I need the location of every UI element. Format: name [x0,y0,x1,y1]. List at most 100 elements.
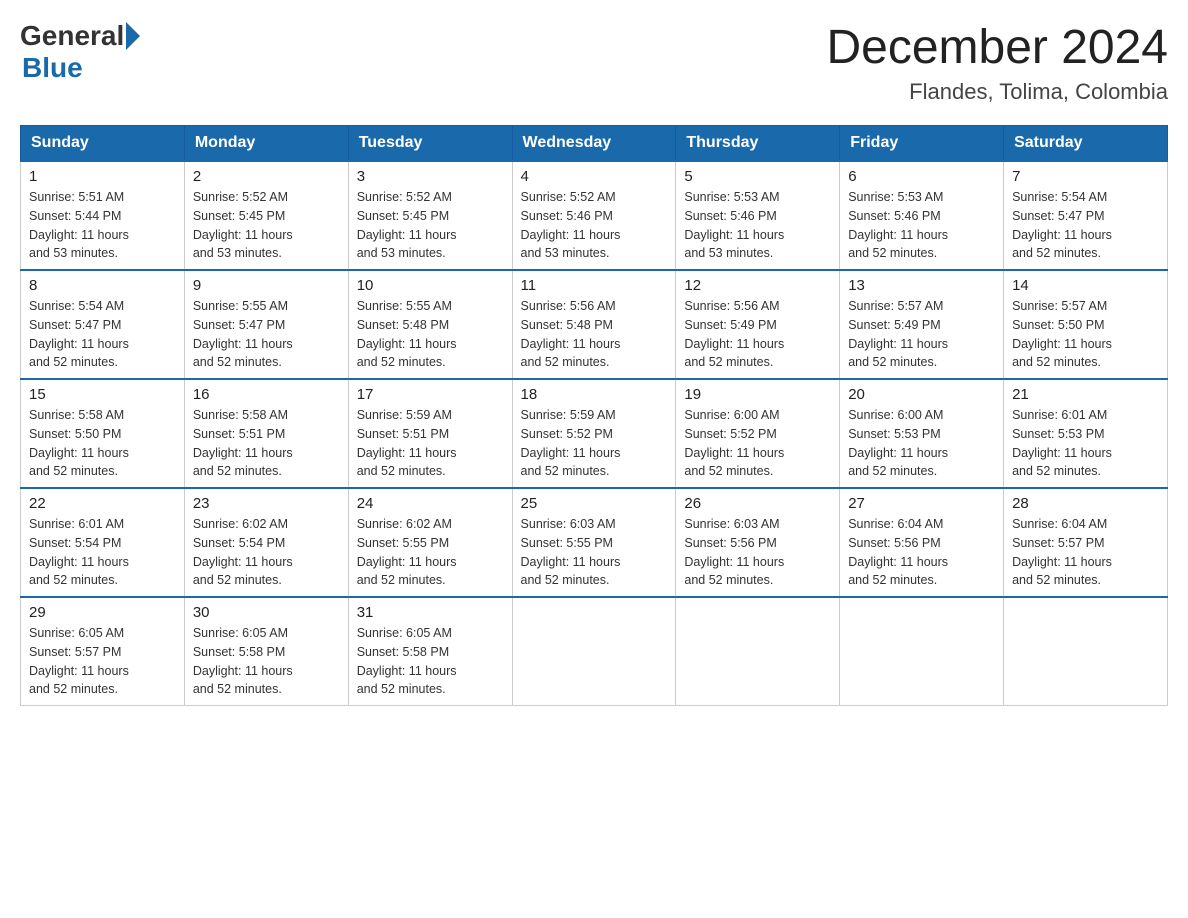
logo-blue-text: Blue [22,52,83,83]
day-number: 31 [357,604,504,621]
calendar-cell: 15 Sunrise: 5:58 AMSunset: 5:50 PMDayligh… [21,379,185,488]
calendar-cell: 27Sunrise: 6:04 AMSunset: 5:56 PMDayligh… [840,488,1004,597]
day-header-wednesday: Wednesday [512,126,676,162]
day-info: Sunrise: 5:58 AMSunset: 5:51 PMDaylight:… [193,406,340,481]
logo-arrow-icon [126,22,140,50]
day-number: 23 [193,495,340,512]
calendar-cell: 1 Sunrise: 5:51 AMSunset: 5:44 PMDaylight… [21,161,185,270]
calendar-cell: 12 Sunrise: 5:56 AMSunset: 5:49 PMDayligh… [676,270,840,379]
day-info: Sunrise: 6:00 AMSunset: 5:53 PMDaylight:… [848,406,995,481]
day-info: Sunrise: 6:05 AMSunset: 5:57 PMDaylight:… [29,624,176,699]
day-number: 13 [848,277,995,294]
day-info: Sunrise: 6:01 AMSunset: 5:53 PMDaylight:… [1012,406,1159,481]
day-number: 1 [29,168,176,185]
calendar-cell: 25 Sunrise: 6:03 AMSunset: 5:55 PMDayligh… [512,488,676,597]
day-header-friday: Friday [840,126,1004,162]
calendar-cell: 9 Sunrise: 5:55 AMSunset: 5:47 PMDaylight… [184,270,348,379]
day-header-thursday: Thursday [676,126,840,162]
calendar-cell: 3 Sunrise: 5:52 AMSunset: 5:45 PMDaylight… [348,161,512,270]
calendar-cell: 13 Sunrise: 5:57 AMSunset: 5:49 PMDayligh… [840,270,1004,379]
day-number: 5 [684,168,831,185]
day-header-sunday: Sunday [21,126,185,162]
day-number: 28 [1012,495,1159,512]
calendar-cell: 14Sunrise: 5:57 AMSunset: 5:50 PMDayligh… [1004,270,1168,379]
day-number: 24 [357,495,504,512]
day-number: 6 [848,168,995,185]
calendar-table: SundayMondayTuesdayWednesdayThursdayFrid… [20,125,1168,706]
day-number: 7 [1012,168,1159,185]
day-info: Sunrise: 5:52 AMSunset: 5:45 PMDaylight:… [357,188,504,263]
calendar-week-row: 29 Sunrise: 6:05 AMSunset: 5:57 PMDayligh… [21,597,1168,706]
day-number: 15 [29,386,176,403]
day-info: Sunrise: 5:58 AMSunset: 5:50 PMDaylight:… [29,406,176,481]
day-info: Sunrise: 5:57 AMSunset: 5:50 PMDaylight:… [1012,297,1159,372]
day-number: 4 [521,168,668,185]
calendar-cell [676,597,840,706]
day-info: Sunrise: 6:05 AMSunset: 5:58 PMDaylight:… [357,624,504,699]
page-header: General Blue December 2024 Flandes, Toli… [20,20,1168,105]
day-info: Sunrise: 5:57 AMSunset: 5:49 PMDaylight:… [848,297,995,372]
calendar-week-row: 22 Sunrise: 6:01 AMSunset: 5:54 PMDayligh… [21,488,1168,597]
calendar-cell: 5 Sunrise: 5:53 AMSunset: 5:46 PMDaylight… [676,161,840,270]
day-info: Sunrise: 5:55 AMSunset: 5:47 PMDaylight:… [193,297,340,372]
day-info: Sunrise: 6:04 AMSunset: 5:57 PMDaylight:… [1012,515,1159,590]
day-header-saturday: Saturday [1004,126,1168,162]
day-number: 29 [29,604,176,621]
calendar-cell: 10 Sunrise: 5:55 AMSunset: 5:48 PMDayligh… [348,270,512,379]
calendar-week-row: 8Sunrise: 5:54 AMSunset: 5:47 PMDaylight… [21,270,1168,379]
day-number: 22 [29,495,176,512]
day-number: 12 [684,277,831,294]
day-info: Sunrise: 6:04 AMSunset: 5:56 PMDaylight:… [848,515,995,590]
calendar-cell: 19 Sunrise: 6:00 AMSunset: 5:52 PMDayligh… [676,379,840,488]
day-info: Sunrise: 5:52 AMSunset: 5:45 PMDaylight:… [193,188,340,263]
day-info: Sunrise: 5:56 AMSunset: 5:49 PMDaylight:… [684,297,831,372]
day-info: Sunrise: 5:56 AMSunset: 5:48 PMDaylight:… [521,297,668,372]
day-number: 11 [521,277,668,294]
day-number: 10 [357,277,504,294]
calendar-week-row: 15 Sunrise: 5:58 AMSunset: 5:50 PMDayligh… [21,379,1168,488]
day-number: 21 [1012,386,1159,403]
calendar-cell: 28 Sunrise: 6:04 AMSunset: 5:57 PMDayligh… [1004,488,1168,597]
calendar-cell: 11 Sunrise: 5:56 AMSunset: 5:48 PMDayligh… [512,270,676,379]
day-info: Sunrise: 6:01 AMSunset: 5:54 PMDaylight:… [29,515,176,590]
day-info: Sunrise: 6:00 AMSunset: 5:52 PMDaylight:… [684,406,831,481]
calendar-cell: 29 Sunrise: 6:05 AMSunset: 5:57 PMDayligh… [21,597,185,706]
calendar-cell: 18Sunrise: 5:59 AMSunset: 5:52 PMDayligh… [512,379,676,488]
day-info: Sunrise: 5:54 AMSunset: 5:47 PMDaylight:… [1012,188,1159,263]
calendar-cell: 4Sunrise: 5:52 AMSunset: 5:46 PMDaylight… [512,161,676,270]
day-number: 26 [684,495,831,512]
calendar-cell: 21 Sunrise: 6:01 AMSunset: 5:53 PMDayligh… [1004,379,1168,488]
day-number: 25 [521,495,668,512]
day-header-tuesday: Tuesday [348,126,512,162]
calendar-cell [512,597,676,706]
day-number: 19 [684,386,831,403]
day-info: Sunrise: 6:05 AMSunset: 5:58 PMDaylight:… [193,624,340,699]
day-info: Sunrise: 5:53 AMSunset: 5:46 PMDaylight:… [684,188,831,263]
logo-general-text: General [20,20,124,52]
calendar-cell: 8Sunrise: 5:54 AMSunset: 5:47 PMDaylight… [21,270,185,379]
calendar-cell: 30Sunrise: 6:05 AMSunset: 5:58 PMDayligh… [184,597,348,706]
calendar-cell: 20 Sunrise: 6:00 AMSunset: 5:53 PMDayligh… [840,379,1004,488]
calendar-cell: 31 Sunrise: 6:05 AMSunset: 5:58 PMDayligh… [348,597,512,706]
day-info: Sunrise: 5:51 AMSunset: 5:44 PMDaylight:… [29,188,176,263]
day-info: Sunrise: 6:03 AMSunset: 5:55 PMDaylight:… [521,515,668,590]
logo: General Blue [20,20,142,84]
day-number: 16 [193,386,340,403]
day-number: 20 [848,386,995,403]
calendar-cell: 6 Sunrise: 5:53 AMSunset: 5:46 PMDaylight… [840,161,1004,270]
day-info: Sunrise: 5:59 AMSunset: 5:52 PMDaylight:… [521,406,668,481]
day-info: Sunrise: 6:02 AMSunset: 5:54 PMDaylight:… [193,515,340,590]
calendar-cell [840,597,1004,706]
day-info: Sunrise: 5:55 AMSunset: 5:48 PMDaylight:… [357,297,504,372]
calendar-cell: 16 Sunrise: 5:58 AMSunset: 5:51 PMDayligh… [184,379,348,488]
day-number: 3 [357,168,504,185]
day-info: Sunrise: 6:02 AMSunset: 5:55 PMDaylight:… [357,515,504,590]
month-title: December 2024 [826,20,1168,75]
calendar-cell [1004,597,1168,706]
calendar-header-row: SundayMondayTuesdayWednesdayThursdayFrid… [21,126,1168,162]
day-info: Sunrise: 5:53 AMSunset: 5:46 PMDaylight:… [848,188,995,263]
header-title-block: December 2024 Flandes, Tolima, Colombia [826,20,1168,105]
calendar-cell: 17Sunrise: 5:59 AMSunset: 5:51 PMDayligh… [348,379,512,488]
day-number: 9 [193,277,340,294]
day-info: Sunrise: 6:03 AMSunset: 5:56 PMDaylight:… [684,515,831,590]
